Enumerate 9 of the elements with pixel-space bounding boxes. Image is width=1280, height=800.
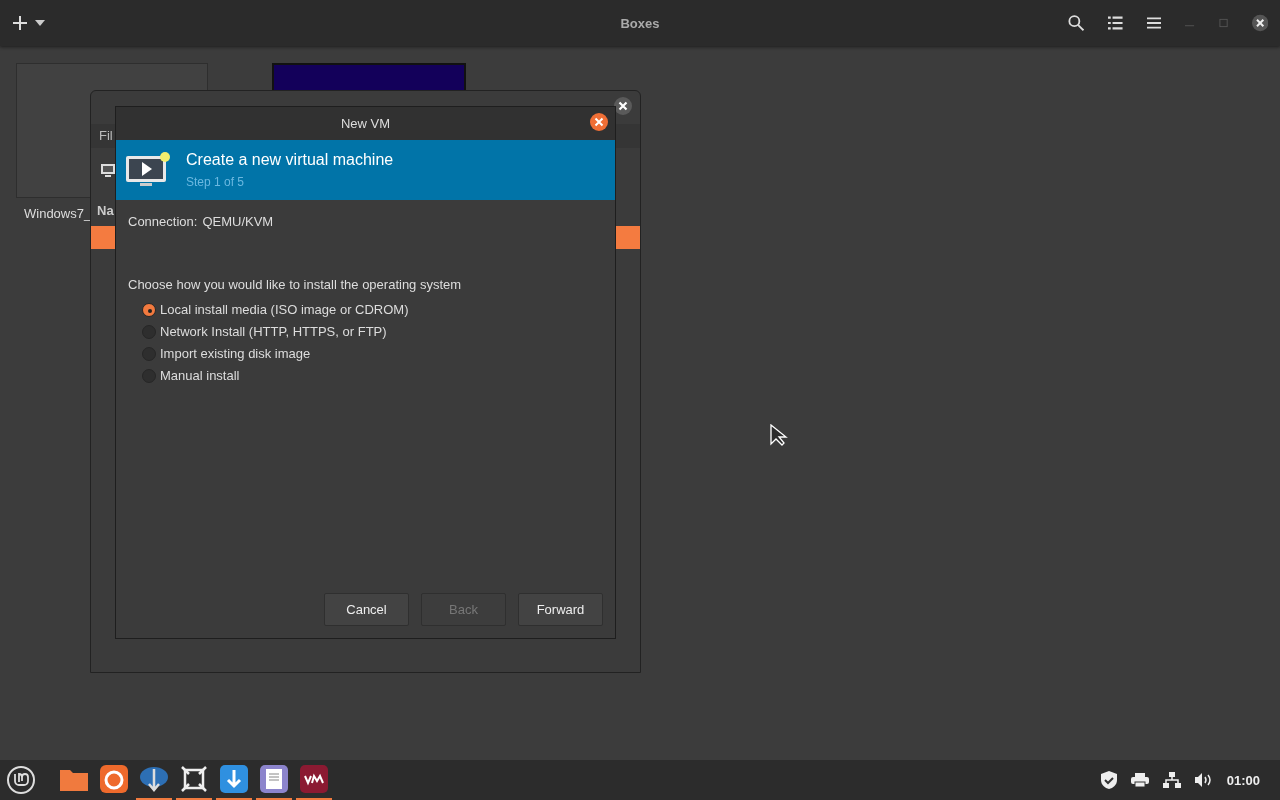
window-title: Boxes [620,15,660,31]
dialog-title: New VM [340,116,391,131]
step-label: Step 1 of 5 [186,175,246,189]
column-header: Na [97,203,114,218]
dialog-heading: Create a new virtual machine [186,151,394,169]
connection-value: QEMU/KVM [202,214,274,229]
machine-label: Windows7_ [24,206,92,221]
connection-label: Connection: [128,214,198,229]
install-prompt: Choose how you would like to install the operating system [128,277,463,292]
